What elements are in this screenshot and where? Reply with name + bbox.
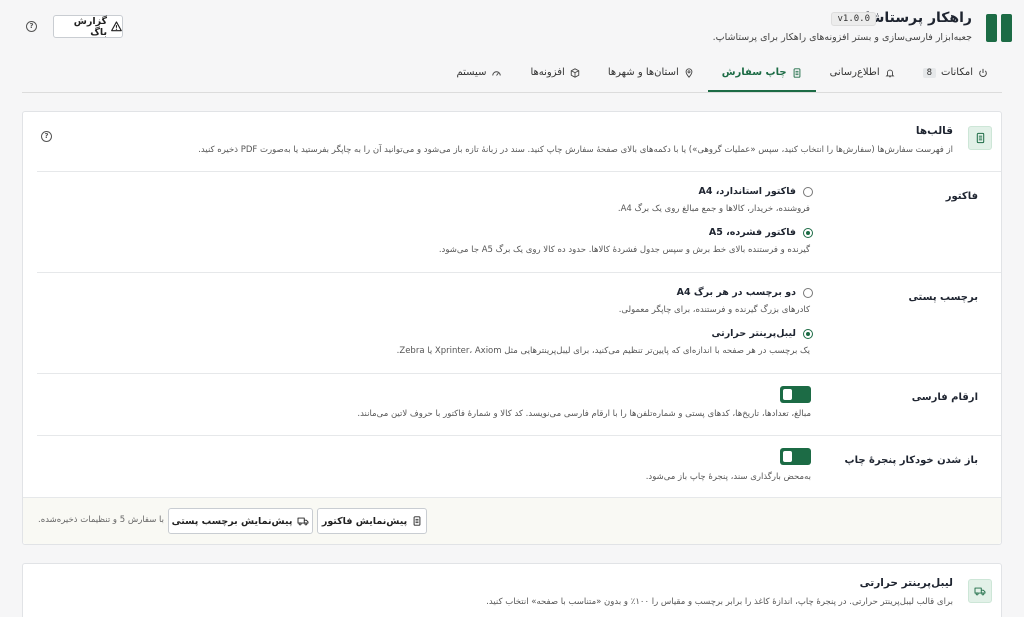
tab-extensions[interactable]: افزونه‌ها <box>516 55 593 92</box>
help-icon[interactable]: ? <box>41 131 52 142</box>
preview-invoice-label: پیش‌نمایش فاکتور <box>321 515 408 527</box>
truck-icon <box>297 517 309 526</box>
invoice-radio-a4[interactable] <box>803 187 813 197</box>
section-divider <box>37 171 1001 172</box>
section-divider <box>37 435 1001 436</box>
invoice-label: فاکتور <box>945 191 978 202</box>
bell-icon <box>885 69 895 77</box>
app-header: راهکار پرستاشاپ v1.0.0 جعبه‌ابزار فارسی‌… <box>0 0 1024 93</box>
option-description: یک برچسب در هر صفحه با اندازه‌ای که پایی… <box>396 346 810 356</box>
option-title: فاکتور استاندارد، A4 <box>698 186 796 197</box>
app-tagline: جعبه‌ابزار فارسی‌سازی و بستر افزونه‌های … <box>712 32 972 43</box>
auto-print-toggle[interactable] <box>780 448 811 465</box>
preview-label-button[interactable]: پیش‌نمایش برچسب پستی <box>168 508 313 534</box>
location-icon <box>685 67 693 78</box>
gauge-icon <box>492 70 502 76</box>
section-divider <box>37 373 1001 374</box>
templates-title: قالب‌ها <box>915 125 953 137</box>
preview-label-label: پیش‌نمایش برچسب پستی <box>171 515 293 527</box>
tab-count-badge: 8 <box>922 67 937 78</box>
tab-order-print[interactable]: چاپ سفارش <box>707 55 816 92</box>
persian-digits-toggle[interactable] <box>780 386 811 403</box>
postal-label-label: برچسب پستی <box>908 292 978 303</box>
tab-label: افزونه‌ها <box>530 67 565 78</box>
document-icon <box>968 126 992 150</box>
card-footer: پیش‌نمایش فاکتور پیش‌نمایش برچسب پستی با… <box>23 497 1001 544</box>
header-divider <box>22 92 1002 93</box>
tab-provinces-cities[interactable]: استان‌ها و شهرها <box>594 55 708 92</box>
auto-print-label: باز شدن خودکار پنجرهٔ چاپ <box>844 455 978 466</box>
report-bug-label: گزارش باگ <box>73 15 108 38</box>
document-icon <box>793 67 800 78</box>
option-title: فاکتور فشرده، A5 <box>708 227 796 238</box>
thermal-title: لیبل‌پرینتر حرارتی <box>859 577 953 589</box>
thermal-card: لیبل‌پرینتر حرارتی برای قالب لیبل‌پرینتر… <box>22 563 1002 617</box>
thermal-description: برای قالب لیبل‌پرینتر حرارتی. در پنجرهٔ … <box>486 597 953 607</box>
persian-digits-description: مبالغ، تعدادها، تاریخ‌ها، کدهای پستی و ش… <box>357 409 811 419</box>
templates-description: از فهرست سفارش‌ها (سفارش‌ها را انتخاب کن… <box>198 145 953 155</box>
tab-features[interactable]: امکانات 8 <box>909 55 1002 92</box>
preview-note: با سفارش 5 و تنظیمات ذخیره‌شده. <box>38 515 164 525</box>
tab-label: سیستم <box>456 67 487 78</box>
app-logo <box>984 14 1012 42</box>
option-description: فروشنده، خریدار، کالاها و جمع مبالغ روی … <box>617 204 810 214</box>
postal-radio-thermal[interactable] <box>803 329 813 339</box>
tab-notifications[interactable]: اطلاع‌رسانی <box>816 55 909 92</box>
preview-invoice-button[interactable]: پیش‌نمایش فاکتور <box>317 508 427 534</box>
document-icon <box>413 516 421 526</box>
option-description: گیرنده و فرستنده بالای خط برش و سپس جدول… <box>438 245 810 255</box>
box-icon <box>570 67 580 78</box>
power-icon <box>979 68 987 77</box>
tab-label: چاپ سفارش <box>721 67 787 78</box>
auto-print-description: به‌محض بارگذاری سند، پنجرهٔ چاپ باز می‌ش… <box>645 472 811 482</box>
tab-system[interactable]: سیستم <box>442 55 516 92</box>
tab-label: استان‌ها و شهرها <box>607 67 679 78</box>
version-badge: v1.0.0 <box>831 12 876 26</box>
warning-icon <box>111 21 122 32</box>
section-divider <box>37 272 1001 273</box>
tab-label: امکانات <box>941 67 973 78</box>
help-icon[interactable]: ? <box>26 21 37 32</box>
option-description: کادرهای بزرگ گیرنده و فرستنده، برای چاپگ… <box>618 305 810 315</box>
option-title: لیبل‌پرینتر حرارتی <box>711 328 796 339</box>
option-title: دو برچسب در هر برگ A4 <box>676 287 796 298</box>
tab-bar: امکانات 8 اطلاع‌رسانی چاپ سفارش استان‌ها… <box>442 55 1002 92</box>
invoice-radio-a5[interactable] <box>803 228 813 238</box>
postal-radio-a4[interactable] <box>803 288 813 298</box>
truck-icon <box>968 579 992 603</box>
templates-card: قالب‌ها از فهرست سفارش‌ها (سفارش‌ها را ا… <box>22 111 1002 545</box>
tab-label: اطلاع‌رسانی <box>829 67 880 78</box>
persian-digits-label: ارقام فارسی <box>911 392 978 403</box>
report-bug-button[interactable]: گزارش باگ <box>53 15 123 38</box>
